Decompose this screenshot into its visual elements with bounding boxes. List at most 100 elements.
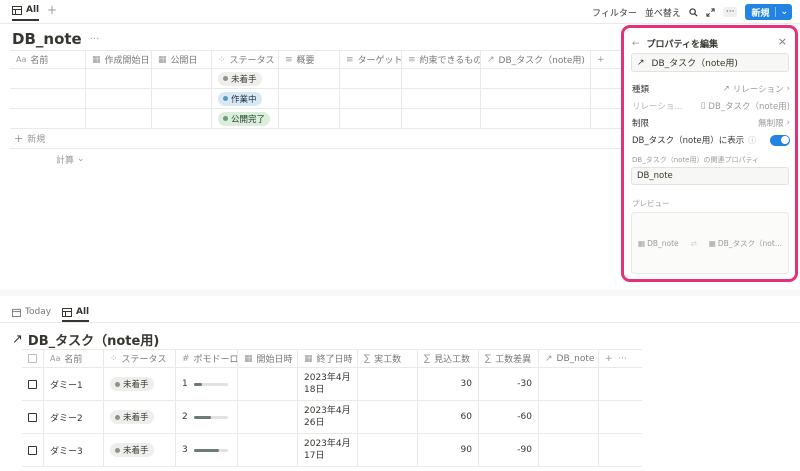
view-tab-all[interactable]: All <box>12 5 40 21</box>
chevron-down-icon[interactable]: ⌄ <box>775 7 792 17</box>
relation-db-row[interactable]: リレーショ... ▯ DB_タスク（note用) <box>632 100 790 112</box>
related-prop-caption: DB_タスク（note用）の関連プロパティ <box>632 155 790 165</box>
status-cell[interactable]: 未着手 <box>212 69 279 88</box>
chevron-right-icon: › <box>786 84 790 94</box>
add-column-icon[interactable]: + <box>591 51 622 68</box>
new-button-label: 新規 <box>751 8 770 19</box>
diff-cell: -60 <box>479 401 539 433</box>
panel-title: プロパティを編集 <box>646 40 719 50</box>
show-on-related-toggle[interactable] <box>770 134 790 146</box>
pomodoro-bar <box>193 448 228 452</box>
table-row[interactable]: ダミー2 未着手 2 2023年4月 26日 60 -60 <box>22 401 642 434</box>
table-row[interactable]: ダミー1 未着手 1 2023年4月 18日 30 -30 <box>22 368 642 401</box>
preview-label: プレビュー <box>632 199 670 208</box>
status-badge: 未着手 <box>110 410 154 424</box>
col-relation[interactable]: ↗ DB_note <box>539 350 599 367</box>
pomodoro-cell[interactable]: 2 <box>176 401 238 433</box>
col-status[interactable]: ⁘ ステータス <box>212 51 279 68</box>
search-icon[interactable] <box>689 7 698 17</box>
text-icon: ≡ <box>346 54 354 65</box>
col-start[interactable]: ▦ 開始日時 <box>238 350 298 367</box>
relation-db-label: リレーショ... <box>632 102 683 112</box>
col-published[interactable]: ▦ 公開日 <box>152 51 212 68</box>
status-cell[interactable]: 未着手 <box>104 434 176 466</box>
limit-row[interactable]: 制限 無制限 › <box>632 117 790 129</box>
sort-button[interactable]: 並べ替え <box>645 6 681 19</box>
status-cell[interactable]: 公開完了 <box>212 109 279 128</box>
property-name-input[interactable]: ↗ DB_タスク（note用) <box>631 53 789 72</box>
col-created[interactable]: ▦ 作成開始日 <box>86 51 152 68</box>
col-name[interactable]: Aa 名前 <box>44 350 104 367</box>
end-date-cell[interactable]: 2023年4月 18日 <box>298 368 358 400</box>
relation-icon: ↗ <box>722 84 730 94</box>
col-target[interactable]: ≡ ターゲット <box>340 51 402 68</box>
new-button[interactable]: 新規 ⌄ <box>745 4 792 20</box>
row-checkbox[interactable] <box>28 412 37 422</box>
col-estimate[interactable]: ∑ 見込工数 <box>418 350 479 367</box>
filter-button[interactable]: フィルター <box>592 6 637 19</box>
table-icon <box>12 5 22 15</box>
pomodoro-cell[interactable]: 1 <box>176 368 238 400</box>
related-prop-input[interactable]: DB_note <box>631 167 789 185</box>
status-badge: 未着手 <box>218 71 262 86</box>
view-tab-all[interactable]: All <box>62 307 90 322</box>
linked-db-title[interactable]: ↗ DB_タスク（note用) <box>12 330 159 349</box>
status-cell[interactable]: 未着手 <box>104 401 176 433</box>
calendar-icon <box>12 308 21 317</box>
calc-label: 計算 <box>56 155 75 166</box>
estimate-cell[interactable]: 30 <box>418 368 479 400</box>
add-row-button[interactable]: + 新規 <box>10 129 622 149</box>
row-checkbox[interactable] <box>28 445 37 455</box>
table-header: Aa 名前 ▦ 作成開始日 ▦ 公開日 ⁘ ステータス ≡ 概要 ≡ ターゲット ≡ 約束でき… <box>10 50 622 69</box>
status-icon: ⁘ <box>110 353 118 364</box>
more-icon[interactable]: ··· <box>90 34 100 45</box>
preview-right-db: DB_タスク（not... <box>717 238 782 248</box>
sum-icon: ∑ <box>424 353 431 364</box>
col-pomodoro[interactable]: # ポモドーロ <box>176 350 238 367</box>
add-column-icon[interactable]: + ··· <box>599 350 639 367</box>
view-tab-label: All <box>76 307 90 317</box>
col-diff[interactable]: ∑ 工数差異 <box>479 350 539 367</box>
expand-icon[interactable] <box>706 7 715 17</box>
relation-icon: ↗ <box>12 332 23 347</box>
pomodoro-cell[interactable]: 3 <box>176 434 238 466</box>
add-view-icon[interactable]: + <box>47 3 57 17</box>
end-date-cell[interactable]: 2023年4月 17日 <box>298 434 358 466</box>
calculate-button[interactable]: 計算 ⌄ <box>10 149 622 169</box>
more-icon[interactable]: ··· <box>722 7 738 17</box>
estimate-cell[interactable]: 60 <box>418 401 479 433</box>
limit-value: 無制限 <box>758 119 784 129</box>
preview-left-db: DB_note <box>647 238 679 248</box>
table-row[interactable]: 作業中 <box>10 89 622 109</box>
table-row[interactable]: 未着手 <box>10 69 622 89</box>
col-name[interactable]: Aa 名前 <box>10 51 86 68</box>
name-cell[interactable]: ダミー2 <box>44 401 104 433</box>
col-status[interactable]: ⁘ ステータス <box>104 350 176 367</box>
view-tab-today[interactable]: Today <box>12 307 51 317</box>
col-actual[interactable]: ∑ 実工数 <box>358 350 418 367</box>
col-end[interactable]: ▦ 終了日時 <box>298 350 358 367</box>
panel-header: ← プロパティを編集 <box>632 37 719 51</box>
end-date-cell[interactable]: 2023年4月 26日 <box>298 401 358 433</box>
related-prop-value: DB_note <box>637 171 673 181</box>
calendar-icon: ▦ <box>304 353 313 364</box>
col-promise[interactable]: ≡ 約束できるもの <box>402 51 481 68</box>
bidirectional-arrow-icon: ⇄ <box>690 238 697 248</box>
db-note-table: Aa 名前 ▦ 作成開始日 ▦ 公開日 ⁘ ステータス ≡ 概要 ≡ ターゲット ≡ 約束でき… <box>10 50 622 169</box>
status-cell[interactable]: 作業中 <box>212 89 279 108</box>
name-cell[interactable]: ダミー3 <box>44 434 104 466</box>
estimate-cell[interactable]: 90 <box>418 434 479 466</box>
status-cell[interactable]: 未着手 <box>104 368 176 400</box>
col-summary[interactable]: ≡ 概要 <box>279 51 340 68</box>
type-row[interactable]: 種類 ↗ リレーション › <box>632 83 790 95</box>
table-row[interactable]: 公開完了 <box>10 109 622 129</box>
name-cell[interactable]: ダミー1 <box>44 368 104 400</box>
col-relation[interactable]: ↗ DB_タスク（note用) <box>481 51 591 68</box>
show-on-related-row: DB_タスク（note用）に表示 ⓘ <box>632 134 790 146</box>
row-checkbox[interactable] <box>28 379 37 389</box>
table-row[interactable]: ダミー3 未着手 3 2023年4月 17日 90 -90 <box>22 434 642 467</box>
back-arrow-icon[interactable]: ← <box>632 39 640 49</box>
help-icon[interactable]: ⓘ <box>748 135 756 146</box>
close-icon[interactable]: × <box>778 35 787 48</box>
select-all-checkbox[interactable] <box>22 350 44 367</box>
